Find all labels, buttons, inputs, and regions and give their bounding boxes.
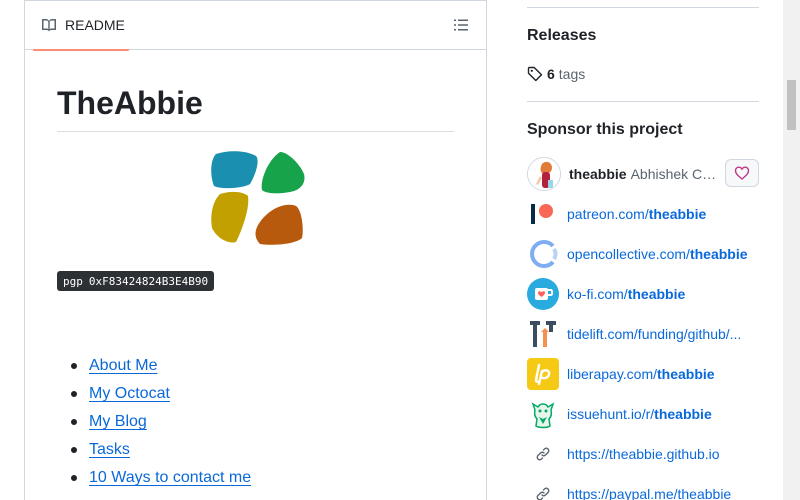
- sponsor-user-row: theabbie Abhishek Ch...: [527, 157, 759, 191]
- tidelift-icon: [527, 318, 559, 350]
- releases-heading[interactable]: Releases: [527, 27, 596, 45]
- tag-icon: [527, 66, 543, 82]
- sponsor-link-text: ko-fi.com/theabbie: [567, 286, 686, 302]
- divider: [527, 7, 759, 8]
- sponsor-link-opencollective[interactable]: opencollective.com/theabbie: [527, 237, 759, 271]
- sponsor-link-paypal[interactable]: https://paypal.me/theabbie: [527, 477, 759, 500]
- list-item: 10 Ways to contact me: [69, 464, 251, 492]
- sponsor-fullname: Abhishek Ch...: [630, 166, 717, 182]
- sponsor-link-text: https://paypal.me/theabbie: [567, 486, 732, 500]
- sponsor-link-text: opencollective.com/theabbie: [567, 246, 748, 262]
- sponsor-username: theabbie: [569, 166, 627, 182]
- issuehunt-icon: [527, 398, 559, 430]
- tags-count: 6: [547, 66, 555, 82]
- sponsor-link-text: issuehunt.io/r/theabbie: [567, 406, 712, 422]
- tab-readme-label: README: [65, 17, 125, 33]
- outline-list-icon[interactable]: [453, 17, 469, 33]
- theabbie-logo: [211, 151, 305, 245]
- liberapay-icon: [527, 358, 559, 390]
- sponsor-link-liberapay[interactable]: liberapay.com/theabbie: [527, 357, 759, 391]
- list-item: Tasks: [69, 436, 251, 464]
- list-item: My Octocat: [69, 380, 251, 408]
- readme-card: README TheAbbie pgp 0xF83424824B3E4B90 A…: [24, 0, 487, 500]
- book-icon: [42, 19, 56, 32]
- sponsor-link-issuehunt[interactable]: issuehunt.io/r/theabbie: [527, 397, 759, 431]
- list-item: My Blog: [69, 408, 251, 436]
- link-my-blog[interactable]: My Blog: [89, 413, 147, 430]
- sponsor-link-text: tidelift.com/funding/github/...: [567, 326, 742, 342]
- list-item: About Me: [69, 352, 251, 380]
- sponsor-link-text: patreon.com/theabbie: [567, 206, 707, 222]
- sidebar: Releases 6 tags Sponsor this project the…: [527, 0, 759, 500]
- pgp-badge: pgp 0xF83424824B3E4B90: [57, 271, 215, 291]
- sponsor-heading: Sponsor this project: [527, 121, 683, 138]
- readme-tabbar: README: [25, 0, 486, 51]
- avatar-image: [528, 158, 560, 190]
- tags-label: tags: [558, 66, 586, 82]
- sponsor-link-tidelift[interactable]: tidelift.com/funding/github/...: [527, 317, 759, 351]
- divider: [527, 101, 759, 102]
- link-tasks[interactable]: Tasks: [89, 441, 130, 458]
- sponsor-link-patreon[interactable]: patreon.com/theabbie: [527, 197, 759, 231]
- sponsor-link-kofi[interactable]: ko-fi.com/theabbie: [527, 277, 759, 311]
- scrollbar-thumb[interactable]: [787, 80, 796, 130]
- heart-icon: [734, 166, 750, 180]
- kofi-icon: [527, 278, 559, 310]
- sponsor-link-text: liberapay.com/theabbie: [567, 366, 715, 382]
- sponsor-user-text[interactable]: theabbie Abhishek Ch...: [569, 166, 717, 182]
- tab-readme[interactable]: README: [33, 0, 129, 51]
- link-about-me[interactable]: About Me: [89, 357, 157, 374]
- link-icon: [527, 478, 559, 500]
- patreon-icon: [527, 198, 559, 230]
- sponsor-link-text: https://theabbie.github.io: [567, 446, 720, 462]
- readme-link-list: About Me My Octocat My Blog Tasks 10 Way…: [69, 352, 251, 492]
- link-icon: [527, 438, 559, 470]
- sponsor-link-website[interactable]: https://theabbie.github.io: [527, 437, 759, 471]
- link-my-octocat[interactable]: My Octocat: [89, 385, 170, 402]
- tab-active-underline: [33, 49, 129, 51]
- opencollective-icon: [527, 238, 559, 270]
- tags-link[interactable]: 6 tags: [527, 66, 585, 82]
- pgp-label: pgp: [63, 274, 83, 288]
- link-contact[interactable]: 10 Ways to contact me: [89, 469, 251, 486]
- avatar[interactable]: [527, 157, 561, 191]
- page-scrollbar[interactable]: [783, 0, 800, 500]
- pgp-value: 0xF83424824B3E4B90: [88, 274, 209, 288]
- sponsor-heart-button[interactable]: [725, 159, 759, 187]
- readme-title: TheAbbie: [57, 83, 454, 132]
